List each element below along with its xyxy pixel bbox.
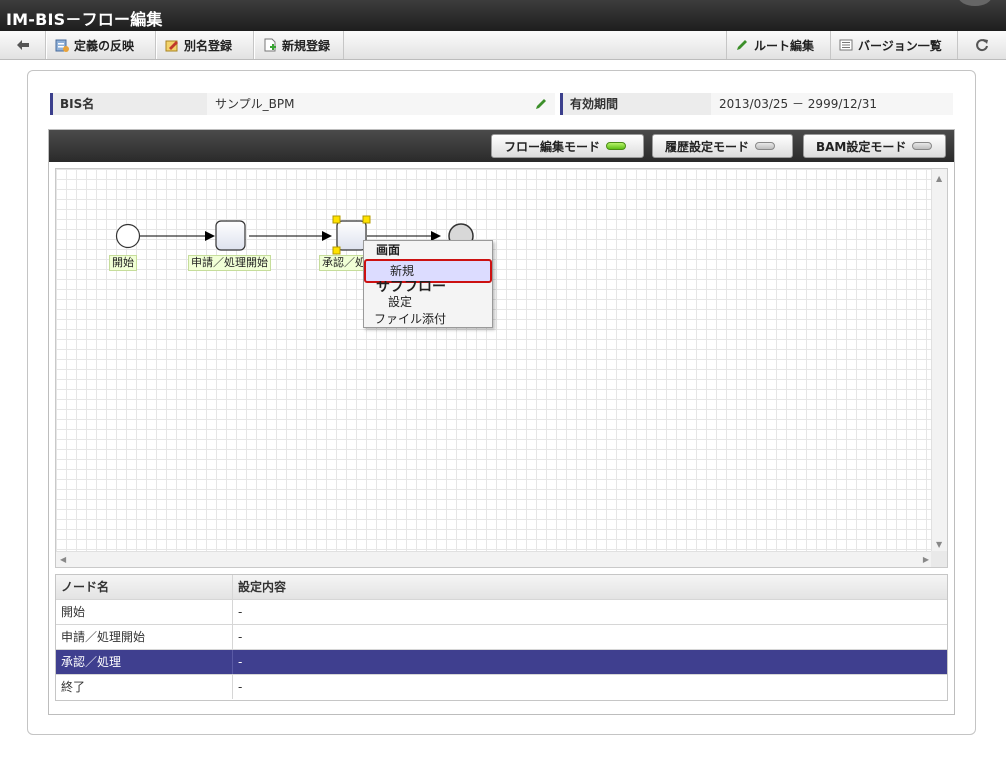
history-setting-mode-button[interactable]: 履歴設定モード: [652, 134, 793, 158]
node-table: ノード名 設定内容 開始 - 申請／処理開始 - 承認／処理 - 終了 -: [55, 574, 948, 701]
scroll-right-icon[interactable]: ▶: [923, 556, 929, 564]
new-document-icon: [264, 38, 276, 52]
flow-diagram: [115, 215, 474, 255]
task-node-selected[interactable]: [336, 220, 367, 251]
page-title: IM-BIS－フロー編集: [6, 10, 163, 29]
scroll-left-icon[interactable]: ◀: [60, 556, 66, 564]
route-edit-label: ルート編集: [754, 38, 815, 53]
table-header: ノード名 設定内容: [56, 575, 947, 600]
scroll-corner: [931, 551, 947, 567]
alias-register-button[interactable]: 別名登録: [156, 31, 254, 59]
info-row: BIS名 サンプル_BPM 有効期間 2013/03/25 － 2999/12/…: [50, 93, 953, 115]
node-label: 承認／処理: [319, 255, 369, 271]
flow-edit-mode-label: フロー編集モード: [504, 139, 601, 154]
mode-indicator-on-icon: [606, 142, 627, 150]
start-node[interactable]: [115, 223, 141, 249]
version-list-button[interactable]: バージョン一覧: [830, 31, 957, 59]
table-row[interactable]: 申請／処理開始 -: [56, 625, 947, 650]
vertical-scrollbar[interactable]: ▲ ▼: [931, 169, 947, 553]
node-label: 開始: [109, 255, 137, 271]
menu-item-screen-new[interactable]: 新規: [364, 259, 492, 283]
alias-register-icon: [165, 40, 178, 52]
back-button[interactable]: [0, 31, 46, 59]
bis-name-label: BIS名: [50, 93, 207, 115]
apply-definition-button[interactable]: 定義の反映: [46, 31, 156, 59]
table-row[interactable]: 終了 -: [56, 675, 947, 700]
settings-cell: -: [238, 630, 243, 644]
bam-setting-mode-label: BAM設定モード: [816, 139, 907, 154]
title-bar: IM-BIS－フロー編集: [0, 0, 1006, 31]
table-row[interactable]: 開始 -: [56, 600, 947, 625]
definition-apply-icon: [55, 39, 69, 52]
mode-bar: フロー編集モード 履歴設定モード BAM設定モード: [49, 130, 954, 162]
settings-cell: -: [238, 680, 243, 694]
edit-pencil-icon[interactable]: [534, 97, 548, 111]
flow-edit-mode-button[interactable]: フロー編集モード: [491, 134, 644, 158]
node-name-cell: 開始: [56, 600, 233, 624]
route-edit-button[interactable]: ルート編集: [726, 31, 830, 59]
window-corner-decoration: [958, 0, 992, 6]
new-register-button[interactable]: 新規登録: [254, 31, 344, 59]
version-list-label: バージョン一覧: [858, 38, 942, 53]
bis-name-value: サンプル_BPM: [207, 93, 555, 115]
menu-item-subflow-setting[interactable]: 設定: [364, 294, 492, 311]
scroll-down-icon[interactable]: ▼: [936, 541, 942, 549]
column-header-node-name[interactable]: ノード名: [56, 575, 233, 599]
mode-indicator-off-icon: [755, 142, 776, 150]
node-label: 申請／処理開始: [188, 255, 271, 271]
refresh-icon: [976, 39, 988, 52]
valid-period-value: 2013/03/25 － 2999/12/31: [711, 93, 953, 115]
history-setting-mode-label: 履歴設定モード: [665, 139, 750, 154]
alias-register-label: 別名登録: [184, 38, 233, 53]
toolbar: 定義の反映 別名登録 新規登録 ルート編集 バージョン一覧: [0, 31, 1006, 60]
flow-editor: フロー編集モード 履歴設定モード BAM設定モード 開始 申請／処理開始 承認／…: [48, 129, 955, 715]
flow-edge: [249, 231, 332, 241]
menu-header-screen: 画面: [376, 243, 401, 257]
node-name-cell: 申請／処理開始: [56, 625, 233, 649]
new-register-label: 新規登録: [282, 38, 331, 53]
valid-period-label: 有効期間: [560, 93, 711, 115]
apply-definition-label: 定義の反映: [74, 38, 135, 53]
arrow-left-icon: [16, 40, 29, 50]
scroll-up-icon[interactable]: ▲: [936, 175, 942, 183]
menu-header-subflow: サブフロー: [376, 281, 446, 295]
mode-indicator-off-icon: [912, 142, 933, 150]
list-icon: [839, 39, 853, 51]
settings-cell: -: [238, 655, 243, 669]
bam-setting-mode-button[interactable]: BAM設定モード: [803, 134, 946, 158]
settings-cell: -: [238, 605, 243, 619]
menu-item-file-attach[interactable]: ファイル添付: [364, 311, 492, 328]
main-panel: BIS名 サンプル_BPM 有効期間 2013/03/25 － 2999/12/…: [27, 70, 976, 735]
table-row-selected[interactable]: 承認／処理 -: [56, 650, 947, 675]
node-name-cell: 承認／処理: [56, 650, 233, 674]
flow-canvas[interactable]: 開始 申請／処理開始 承認／処理 ▲ ▼ ◀ ▶: [55, 168, 948, 568]
column-header-settings[interactable]: 設定内容: [233, 575, 947, 599]
flow-edge: [140, 231, 215, 241]
horizontal-scrollbar[interactable]: ◀ ▶: [56, 551, 933, 567]
task-node[interactable]: [215, 220, 246, 251]
refresh-button[interactable]: [957, 31, 1006, 59]
pencil-icon: [737, 40, 747, 50]
node-context-menu: 画面 新規 サブフロー 設定 ファイル添付: [363, 240, 493, 328]
node-name-cell: 終了: [56, 675, 233, 699]
